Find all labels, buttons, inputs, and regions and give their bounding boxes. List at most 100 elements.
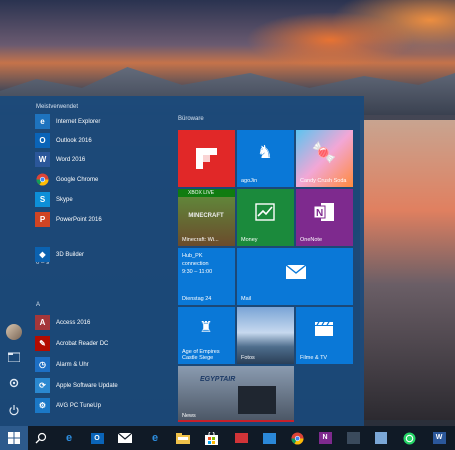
clapperboard-icon [314, 321, 334, 337]
money-chart-icon [255, 203, 275, 221]
taskbar-outlook-icon[interactable]: O [88, 429, 106, 447]
app-google-chrome[interactable]: Google Chrome [35, 171, 163, 188]
calendar-event-time: 9:30 – 11:00 [182, 269, 213, 275]
app-internet-explorer[interactable]: e Internet Explorer [35, 113, 163, 130]
knight-game-icon: ♞ [256, 141, 274, 162]
tile-mail[interactable]: Mail [237, 248, 353, 305]
taskbar-notes-icon[interactable] [372, 429, 390, 447]
app-outlook[interactable]: O Outlook 2016 [35, 132, 163, 149]
taskbar: e O e N W [0, 426, 455, 450]
start-rail [0, 96, 28, 426]
tile-movies-tv[interactable]: Filme & TV [296, 307, 353, 364]
candy-icon: 🍬 [311, 141, 337, 164]
tile-money[interactable]: Money [237, 189, 294, 246]
skype-icon: S [35, 192, 50, 207]
castle-siege-icon: ♜ [199, 319, 213, 336]
tile-candy-crush[interactable]: 🍬 Candy Crush Soda [296, 130, 353, 187]
app-avg-tuneup[interactable]: ⚙ AVG PC TuneUp [35, 397, 163, 414]
tile-label: News [182, 413, 196, 419]
chrome-icon [35, 172, 50, 187]
power-icon[interactable] [6, 404, 22, 420]
internet-explorer-icon: e [35, 114, 50, 129]
tile-flipboard[interactable] [178, 130, 235, 187]
tile-photos[interactable]: Fotos [237, 307, 294, 364]
settings-gear-icon[interactable] [6, 377, 22, 393]
user-avatar[interactable] [6, 324, 22, 340]
tile-label: Filme & TV [300, 355, 328, 361]
app-label: Alarm & Uhr [56, 361, 89, 368]
app-list: Meistverwendet e Internet Explorer O Out… [30, 96, 165, 426]
taskbar-whatsapp-icon[interactable] [400, 429, 418, 447]
word-icon: W [35, 152, 50, 167]
taskbar-word-icon[interactable]: W [430, 429, 448, 447]
tile-section-title: Büroware [178, 116, 204, 122]
app-word[interactable]: W Word 2016 [35, 151, 163, 168]
app-skype[interactable]: S Skype [35, 191, 163, 208]
app-label: PowerPoint 2016 [56, 216, 102, 223]
calendar-event-title: Hub_PK [182, 253, 203, 259]
app-alarm-clock[interactable]: ◷ Alarm & Uhr [35, 356, 163, 373]
wallpaper-ice [360, 120, 455, 420]
outlook-icon: O [35, 133, 50, 148]
tile-label: Candy Crush Soda [300, 178, 347, 184]
calendar-event-subtitle: connection [182, 261, 209, 267]
taskbar-store-icon[interactable] [202, 429, 220, 447]
taskbar-chrome-icon[interactable] [288, 429, 306, 447]
taskbar-file-explorer-icon[interactable] [174, 429, 192, 447]
acrobat-icon: ✎ [35, 336, 50, 351]
search-icon[interactable] [32, 429, 50, 447]
xbox-live-badge: XBOX LIVE [178, 189, 235, 197]
app-label: Acrobat Reader DC [56, 340, 109, 347]
app-label: Skype [56, 196, 73, 203]
tile-label: Money [241, 237, 258, 243]
group-header-a[interactable]: A [36, 302, 40, 308]
tile-onenote[interactable]: N OneNote [296, 189, 353, 246]
taskbar-mail-red-icon[interactable] [232, 429, 250, 447]
app-acrobat-reader[interactable]: ✎ Acrobat Reader DC [35, 335, 163, 352]
taskbar-onenote-icon[interactable]: N [316, 429, 334, 447]
onenote-icon: N [313, 202, 335, 222]
app-powerpoint[interactable]: P PowerPoint 2016 [35, 211, 163, 228]
taskbar-edge-icon[interactable]: e [146, 429, 164, 447]
app-label: Access 2016 [56, 319, 91, 326]
3d-builder-icon: ◆ [35, 247, 50, 262]
news-headline: EGYPTAIR [200, 376, 236, 383]
app-label: Apple Software Update [56, 382, 118, 389]
xbox-live-label: XBOX LIVE [188, 190, 215, 196]
news-accent-bar [178, 420, 294, 422]
app-3d-builder[interactable]: ◆ 3D Builder [35, 246, 163, 263]
tile-news[interactable]: EGYPTAIR News [178, 366, 294, 422]
minecraft-logo-icon: MINECRAFT [188, 213, 224, 219]
app-label: Google Chrome [56, 176, 99, 183]
tile-label: Age of Empires Castle Siege [182, 349, 220, 361]
svg-text:N: N [316, 208, 323, 219]
app-label: Internet Explorer [56, 118, 101, 125]
group-header-most-used: Meistverwendet [36, 104, 79, 110]
app-label: AVG PC TuneUp [56, 402, 101, 409]
tile-calendar[interactable]: Hub_PK connection 9:30 – 11:00 Dienstag … [178, 248, 235, 305]
taskbar-game-icon[interactable] [344, 429, 362, 447]
tile-label: Fotos [241, 355, 255, 361]
app-apple-software-update[interactable]: ⟳ Apple Software Update [35, 377, 163, 394]
flipboard-icon [196, 148, 217, 169]
alarm-clock-icon: ◷ [35, 357, 50, 372]
tile-area: Büroware ♞ agoJin 🍬 Candy Crush Soda XBO… [176, 96, 364, 426]
explorer-icon[interactable] [6, 350, 22, 366]
tile-label: Minecraft: Wi... [182, 237, 219, 243]
start-menu: Meistverwendet e Internet Explorer O Out… [0, 96, 364, 426]
tile-label: OneNote [300, 237, 323, 243]
access-icon: A [35, 315, 50, 330]
apple-update-icon: ⟳ [35, 378, 50, 393]
tile-minecraft[interactable]: XBOX LIVE MINECRAFT Minecraft: Wi... [178, 189, 235, 246]
taskbar-media-icon[interactable] [260, 429, 278, 447]
app-label: Outlook 2016 [56, 137, 92, 144]
taskbar-mail-icon[interactable] [116, 429, 134, 447]
tile-label: Mail [241, 296, 252, 302]
app-access[interactable]: A Access 2016 [35, 314, 163, 331]
tile-age-of-empires[interactable]: ♜ Age of Empires Castle Siege [178, 307, 235, 364]
mail-envelope-icon [285, 264, 307, 279]
taskbar-internet-explorer-icon[interactable]: e [60, 429, 78, 447]
tile-agojin[interactable]: ♞ agoJin [237, 130, 294, 187]
windows-start-icon[interactable] [0, 426, 28, 450]
avg-tuneup-icon: ⚙ [35, 398, 50, 413]
